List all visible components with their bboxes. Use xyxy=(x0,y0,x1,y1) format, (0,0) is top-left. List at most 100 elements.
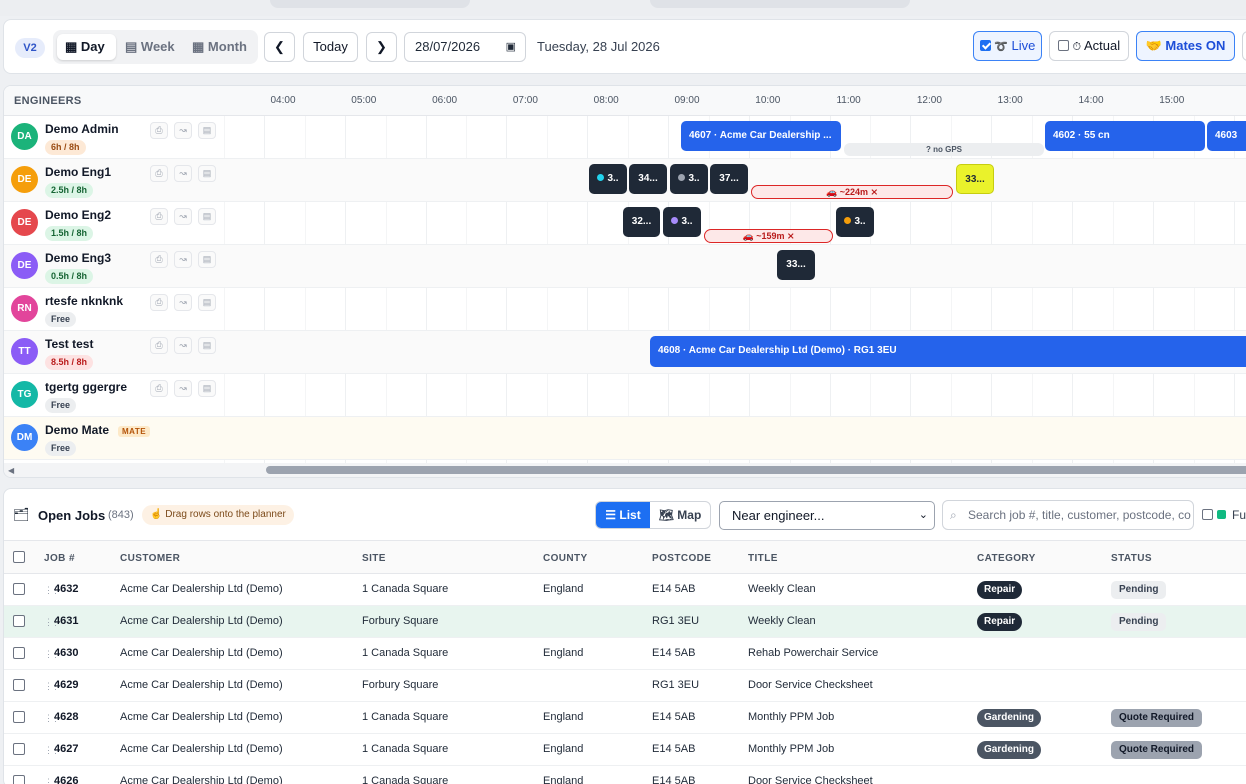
job-number[interactable]: 4628 xyxy=(54,711,78,723)
print-icon[interactable]: ⎙ xyxy=(150,337,168,354)
customer-cell: Acme Car Dealership Ltd (Demo) xyxy=(120,743,283,755)
job-number[interactable]: 4627 xyxy=(54,743,78,755)
live-checkbox[interactable] xyxy=(979,40,991,51)
print-icon[interactable]: ⎙ xyxy=(150,380,168,397)
filter-checkbox[interactable] xyxy=(1202,509,1213,520)
route-icon[interactable]: ↝ xyxy=(174,208,192,225)
mates-toggle-button[interactable]: 🤝 Mates ON xyxy=(1136,31,1235,61)
route-icon[interactable]: ↝ xyxy=(174,337,192,354)
engineer-name[interactable]: tgertg ggergre xyxy=(45,380,127,394)
route-icon[interactable]: ↝ xyxy=(174,251,192,268)
column-header[interactable]: STATUS xyxy=(1111,553,1152,564)
row-checkbox[interactable] xyxy=(13,647,25,659)
column-header[interactable]: POSTCODE xyxy=(652,553,711,564)
engineer-name[interactable]: rtesfe nknknk xyxy=(45,294,123,308)
row-checkbox[interactable] xyxy=(13,615,25,627)
scrollbar-thumb[interactable] xyxy=(266,466,1246,474)
job-block-4608[interactable]: 4608 · Acme Car Dealership Ltd (Demo) · … xyxy=(650,336,1246,367)
print-icon[interactable]: ⎙ xyxy=(150,165,168,182)
job-number[interactable]: 4626 xyxy=(54,775,78,784)
job-number[interactable]: 4632 xyxy=(54,583,78,595)
row-checkbox[interactable] xyxy=(13,711,25,723)
table-row[interactable]: ⋮⋮ 4632 Acme Car Dealership Ltd (Demo) 1 Ca… xyxy=(4,574,1246,606)
job-block-label: 3.. xyxy=(854,216,866,227)
column-header[interactable]: JOB # xyxy=(44,553,75,564)
calendar-icon[interactable]: ▣ xyxy=(506,33,516,61)
table-row[interactable]: ⋮⋮ 4631 Acme Car Dealership Ltd (Demo) Forb… xyxy=(4,606,1246,638)
job-number[interactable]: 4630 xyxy=(54,647,78,659)
title-cell: Weekly Clean xyxy=(748,615,816,627)
actual-toggle[interactable]: ⏱ Actual xyxy=(1049,31,1129,61)
route-icon[interactable]: ↝ xyxy=(174,294,192,311)
open-jobs-count: (843) xyxy=(108,509,134,521)
view-day-button[interactable]: ▦ Day xyxy=(57,34,116,60)
print-icon[interactable]: ⎙ xyxy=(150,251,168,268)
job-block[interactable]: 33... xyxy=(777,250,815,280)
job-block[interactable]: 33... xyxy=(956,164,994,194)
job-block[interactable]: 32... xyxy=(623,207,660,237)
map-icon[interactable]: ▤ xyxy=(198,165,216,182)
map-icon[interactable]: ▤ xyxy=(198,294,216,311)
map-view-button[interactable]: 🗺 Map xyxy=(650,502,710,528)
engineer-name[interactable]: Demo Eng1 xyxy=(45,165,111,179)
table-row[interactable]: ⋮⋮ 4627 Acme Car Dealership Ltd (Demo) 1 Ca… xyxy=(4,734,1246,766)
engineer-name[interactable]: Demo Admin xyxy=(45,122,119,136)
engineer-name[interactable]: Demo Mate xyxy=(45,423,109,437)
engineer-name[interactable]: Demo Eng3 xyxy=(45,251,111,265)
today-button[interactable]: Today xyxy=(303,32,358,62)
table-row[interactable]: ⋮⋮ 4628 Acme Car Dealership Ltd (Demo) 1 Ca… xyxy=(4,702,1246,734)
travel-indicator: 🚗 ~159m ⨯ xyxy=(704,229,833,243)
job-block[interactable]: 37... xyxy=(710,164,748,194)
engineer-name[interactable]: Test test xyxy=(45,337,93,351)
handshake-icon: 🤝 xyxy=(1145,38,1162,53)
job-number[interactable]: 4631 xyxy=(54,615,78,627)
job-number[interactable]: 4629 xyxy=(54,679,78,691)
select-all-checkbox[interactable] xyxy=(13,551,25,563)
map-icon[interactable]: ▤ xyxy=(198,122,216,139)
row-checkbox[interactable] xyxy=(13,743,25,755)
job-block-4603[interactable]: 4603 xyxy=(1207,121,1246,151)
row-checkbox[interactable] xyxy=(13,679,25,691)
map-icon[interactable]: ▤ xyxy=(198,251,216,268)
view-month-button[interactable]: ▦ Month xyxy=(184,34,256,60)
route-icon[interactable]: ↝ xyxy=(174,165,192,182)
column-header[interactable]: SITE xyxy=(362,553,386,564)
map-icon[interactable]: ▤ xyxy=(198,208,216,225)
print-icon[interactable]: ⎙ xyxy=(150,122,168,139)
overflow-button[interactable] xyxy=(1242,31,1246,61)
table-row[interactable]: ⋮⋮ 4626 Acme Car Dealership Ltd (Demo) 1 Ca… xyxy=(4,766,1246,784)
job-block[interactable]: 3.. xyxy=(670,164,708,194)
job-block[interactable]: 34... xyxy=(629,164,667,194)
view-week-button[interactable]: ▤ Week xyxy=(117,34,181,60)
horizontal-scrollbar[interactable]: ◀ xyxy=(4,463,1246,477)
live-toggle[interactable]: ➰ Live xyxy=(973,31,1042,61)
column-header[interactable]: CATEGORY xyxy=(977,553,1036,564)
row-checkbox[interactable] xyxy=(13,775,25,784)
scroll-left-icon[interactable]: ◀ xyxy=(8,466,14,475)
map-icon[interactable]: ▤ xyxy=(198,337,216,354)
actual-checkbox[interactable] xyxy=(1057,40,1069,51)
date-input[interactable]: 28/07/2026 ▣ xyxy=(404,32,526,62)
job-block[interactable]: 3.. xyxy=(836,207,874,237)
job-block[interactable]: 3.. xyxy=(663,207,701,237)
table-row[interactable]: ⋮⋮ 4629 Acme Car Dealership Ltd (Demo) Forb… xyxy=(4,670,1246,702)
job-block-4602[interactable]: 4602 · 55 cn xyxy=(1045,121,1205,151)
row-checkbox[interactable] xyxy=(13,583,25,595)
route-icon[interactable]: ↝ xyxy=(174,380,192,397)
job-block[interactable]: 3.. xyxy=(589,164,627,194)
column-header[interactable]: TITLE xyxy=(748,553,778,564)
print-icon[interactable]: ⎙ xyxy=(150,208,168,225)
job-block-4607[interactable]: 4607 · Acme Car Dealership ... xyxy=(681,121,841,151)
column-header[interactable]: COUNTY xyxy=(543,553,588,564)
near-engineer-select[interactable]: Near engineer... ⌄ xyxy=(719,501,935,530)
print-icon[interactable]: ⎙ xyxy=(150,294,168,311)
column-header[interactable]: CUSTOMER xyxy=(120,553,180,564)
map-icon[interactable]: ▤ xyxy=(198,380,216,397)
job-search-input[interactable]: ⌕ Search job #, title, customer, postcod… xyxy=(942,500,1194,530)
engineer-name[interactable]: Demo Eng2 xyxy=(45,208,111,222)
next-day-button[interactable]: ❯ xyxy=(366,32,397,62)
route-icon[interactable]: ↝ xyxy=(174,122,192,139)
list-view-button[interactable]: ☰ List xyxy=(596,502,650,528)
prev-day-button[interactable]: ❮ xyxy=(264,32,295,62)
table-row[interactable]: ⋮⋮ 4630 Acme Car Dealership Ltd (Demo) 1 Ca… xyxy=(4,638,1246,670)
